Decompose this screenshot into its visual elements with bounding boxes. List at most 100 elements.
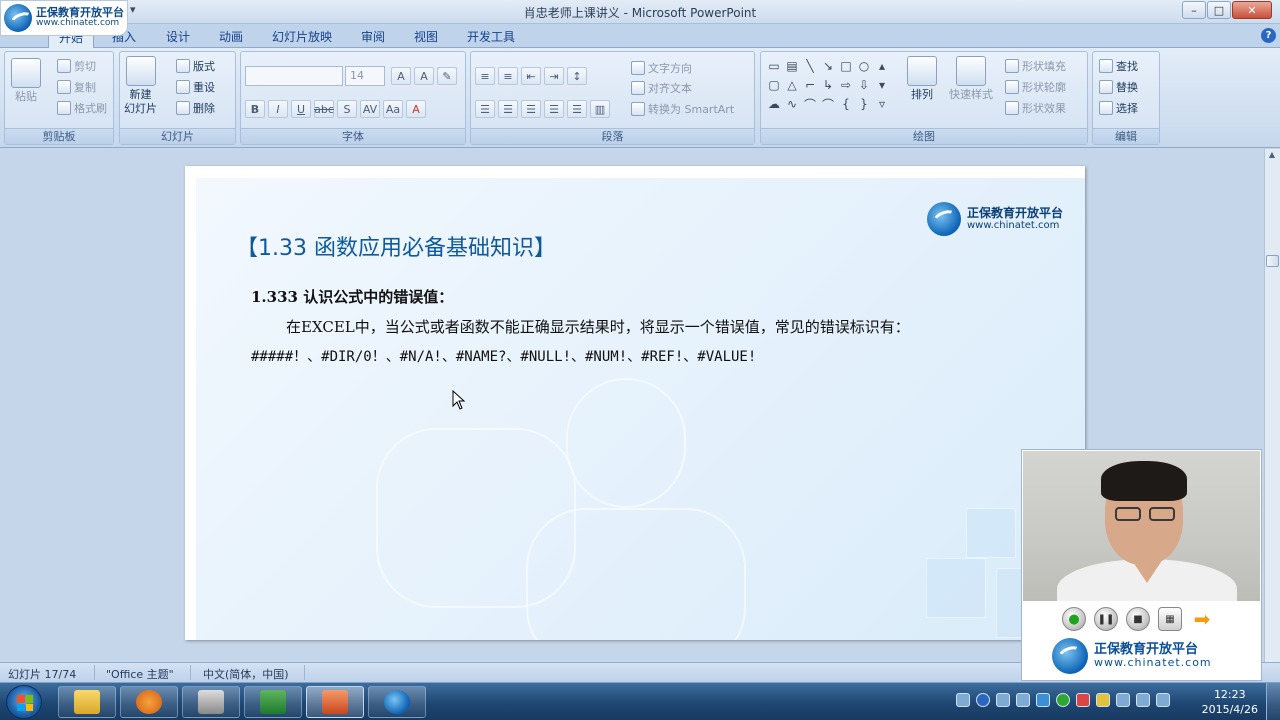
slide-error-list[interactable]: #####！、#DIR/0！、#N/A!、#NAME?、#NULL!、#NUM!…: [251, 346, 756, 366]
quick-styles-button[interactable]: 快速样式: [949, 56, 993, 102]
textbox-shape-icon[interactable]: ▭: [765, 58, 783, 74]
help-tray-icon[interactable]: [976, 693, 990, 707]
taskbar-video-app[interactable]: [182, 686, 240, 718]
text-direction-button[interactable]: 文字方向: [631, 60, 692, 76]
shadow-button[interactable]: S: [337, 100, 357, 118]
format-painter-button[interactable]: 格式刷: [57, 100, 107, 116]
language-indicator[interactable]: 中文(简体，中国): [203, 666, 289, 682]
cut-button[interactable]: 剪切: [57, 58, 96, 74]
bold-button[interactable]: B: [245, 100, 265, 118]
char-spacing-button[interactable]: AV: [360, 100, 380, 118]
italic-button[interactable]: I: [268, 100, 288, 118]
tab-review[interactable]: 审阅: [361, 28, 385, 45]
justify-button[interactable]: ☰: [544, 100, 564, 118]
distributed-button[interactable]: ☰: [567, 100, 587, 118]
change-case-button[interactable]: Aa: [383, 100, 403, 118]
font-name-input[interactable]: [245, 66, 343, 86]
taskbar-powerpoint[interactable]: [306, 686, 364, 718]
shape-effects-button[interactable]: 形状效果: [1005, 100, 1066, 116]
oval-shape-icon[interactable]: ○: [855, 58, 873, 74]
find-button[interactable]: 查找: [1099, 58, 1138, 74]
underline-button[interactable]: U: [291, 100, 311, 118]
vertical-scrollbar[interactable]: ▲: [1264, 149, 1280, 662]
slide-title[interactable]: 【1.33 函数应用必备基础知识】: [236, 230, 556, 262]
freeform-shape-icon[interactable]: ☁: [765, 96, 783, 112]
left-brace-shape-icon[interactable]: {: [837, 96, 855, 112]
shrink-font-button[interactable]: A: [414, 67, 434, 85]
show-desktop-button[interactable]: [1266, 683, 1280, 720]
font-color-button[interactable]: A: [406, 100, 426, 118]
picture-icon[interactable]: ▦: [1158, 607, 1182, 631]
flag-icon[interactable]: [1136, 693, 1150, 707]
replace-button[interactable]: 替换: [1099, 79, 1138, 95]
help-icon[interactable]: ?: [1261, 28, 1276, 43]
layout-button[interactable]: 版式: [176, 58, 215, 74]
align-text-button[interactable]: 对齐文本: [631, 80, 692, 96]
network-icon[interactable]: [1116, 693, 1130, 707]
line-spacing-button[interactable]: ↕: [567, 67, 587, 85]
stop-icon[interactable]: ■: [1126, 607, 1150, 631]
clear-format-button[interactable]: ✎: [437, 67, 457, 85]
tray-expand-icon[interactable]: [996, 693, 1010, 707]
taskbar-explorer[interactable]: [58, 686, 116, 718]
select-button[interactable]: 选择: [1099, 100, 1138, 116]
align-left-button[interactable]: ☰: [475, 100, 495, 118]
new-slide-button[interactable]: 新建 幻灯片: [124, 56, 157, 117]
gallery-down-icon[interactable]: ▾: [873, 77, 891, 93]
bullets-button[interactable]: ≡: [475, 67, 495, 85]
columns-button[interactable]: ▥: [590, 100, 610, 118]
reset-button[interactable]: 重设: [176, 79, 215, 95]
slide[interactable]: 正保教育开放平台 www.chinatet.com 【1.33 函数应用必备基础…: [185, 166, 1085, 640]
maximize-button[interactable]: □: [1207, 1, 1231, 19]
tab-slideshow[interactable]: 幻灯片放映: [272, 28, 332, 45]
system-clock[interactable]: 12:23 2015/4/26: [1202, 687, 1258, 717]
decrease-indent-button[interactable]: ⇤: [521, 67, 541, 85]
keyboard-icon[interactable]: [956, 693, 970, 707]
elbow-arrow-shape-icon[interactable]: ↳: [819, 77, 837, 93]
arc-shape-icon[interactable]: ⌒: [801, 96, 819, 112]
triangle-shape-icon[interactable]: △: [783, 77, 801, 93]
line-shape-icon[interactable]: ╲: [801, 58, 819, 74]
curve-shape-icon[interactable]: ⌒: [819, 96, 837, 112]
tab-developer[interactable]: 开发工具: [467, 28, 515, 45]
tray-app-icon[interactable]: [1096, 693, 1110, 707]
down-arrow-shape-icon[interactable]: ⇩: [855, 77, 873, 93]
record-icon[interactable]: ●: [1062, 607, 1086, 631]
right-arrow-shape-icon[interactable]: ⇨: [837, 77, 855, 93]
delete-slide-button[interactable]: 删除: [176, 100, 215, 116]
paste-button[interactable]: 粘贴: [11, 58, 41, 104]
monitor-icon[interactable]: [1016, 693, 1030, 707]
antivirus-icon[interactable]: [1076, 693, 1090, 707]
office-button-logo[interactable]: 正保教育开放平台 www.chinatet.com: [0, 0, 128, 36]
smartart-button[interactable]: 转换为 SmartArt: [631, 101, 734, 117]
rectangle-shape-icon[interactable]: □: [837, 58, 855, 74]
arrange-button[interactable]: 排列: [907, 56, 937, 102]
shape-outline-button[interactable]: 形状轮廓: [1005, 79, 1066, 95]
vertical-textbox-shape-icon[interactable]: ▤: [783, 58, 801, 74]
close-button[interactable]: ✕: [1232, 1, 1272, 19]
right-brace-shape-icon[interactable]: }: [855, 96, 873, 112]
green-status-icon[interactable]: [1056, 693, 1070, 707]
arrow-line-shape-icon[interactable]: ↘: [819, 58, 837, 74]
elbow-connector-shape-icon[interactable]: ⌐: [801, 77, 819, 93]
gallery-more-icon[interactable]: ▿: [873, 96, 891, 112]
gallery-up-icon[interactable]: ▴: [873, 58, 891, 74]
scroll-thumb[interactable]: [1266, 255, 1279, 267]
align-center-button[interactable]: ☰: [498, 100, 518, 118]
rounded-rect-shape-icon[interactable]: ▢: [765, 77, 783, 93]
increase-indent-button[interactable]: ⇥: [544, 67, 564, 85]
slide-subtitle[interactable]: 1.333 认识公式中的错误值：: [251, 286, 453, 307]
strikethrough-button[interactable]: abc: [314, 100, 334, 118]
shapes-gallery[interactable]: ▭ ▤ ╲ ↘ □ ○ ▴ ▢ △ ⌐ ↳ ⇨ ⇩ ▾ ☁ ∿ ⌒ ⌒ { } …: [765, 58, 891, 112]
slide-paragraph[interactable]: 在EXCEL中，当公式或者函数不能正确显示结果时，将显示一个错误值，常见的错误标…: [286, 316, 910, 337]
taskbar-excel[interactable]: [244, 686, 302, 718]
tab-view[interactable]: 视图: [414, 28, 438, 45]
grow-font-button[interactable]: A: [391, 67, 411, 85]
start-button[interactable]: [6, 685, 42, 719]
tab-animations[interactable]: 动画: [219, 28, 243, 45]
taskbar-media-player[interactable]: [120, 686, 178, 718]
copy-button[interactable]: 复制: [57, 79, 96, 95]
next-arrow-icon[interactable]: ➡: [1190, 607, 1214, 631]
minimize-button[interactable]: –: [1182, 1, 1206, 19]
shape-fill-button[interactable]: 形状填充: [1005, 58, 1066, 74]
